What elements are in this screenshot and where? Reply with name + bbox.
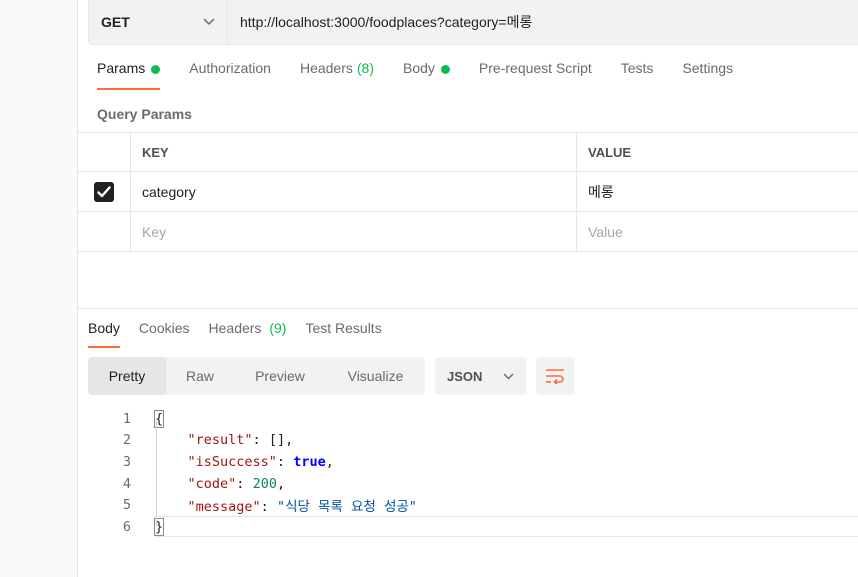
- tab-params[interactable]: Params: [97, 58, 161, 92]
- code-line: 6 }: [78, 516, 858, 538]
- pane-divider[interactable]: [78, 308, 858, 309]
- code-text: "code": 200,: [187, 475, 286, 492]
- row-check-cell: [78, 172, 131, 211]
- query-params-table: KEY VALUE category 메롱 Key Value: [78, 132, 858, 252]
- empty-check-cell: [78, 212, 131, 251]
- param-key-text: category: [142, 183, 196, 200]
- column-header-value: VALUE: [588, 144, 632, 160]
- wrap-lines-icon: [546, 369, 564, 384]
- query-params-title: Query Params: [97, 106, 192, 122]
- method-select[interactable]: GET: [88, 0, 227, 45]
- tab-cookies-label: Cookies: [138, 320, 190, 336]
- code-line: 2 "result": [],: [78, 430, 858, 452]
- tab-params-label: Params: [97, 60, 146, 76]
- indent-guide: [156, 418, 157, 526]
- line-number: 6: [122, 518, 131, 535]
- tab-body[interactable]: Body: [403, 58, 450, 92]
- tab-tests[interactable]: Tests: [621, 58, 654, 92]
- param-checkbox[interactable]: [94, 181, 114, 202]
- chevron-down-icon: [503, 373, 514, 379]
- code-line: 4 "code": 200,: [78, 473, 858, 495]
- method-label: GET: [101, 14, 130, 30]
- request-tabs: Params Authorization Headers (8) Body Pr…: [97, 58, 762, 92]
- tab-response-body-label: Body: [88, 320, 120, 336]
- response-body-editor[interactable]: 1 { 2 "result": [], 3 "isSuccess": true,…: [78, 408, 858, 538]
- new-value-input[interactable]: Value: [577, 212, 858, 251]
- tab-response-body[interactable]: Body: [88, 320, 120, 348]
- view-visualize-button[interactable]: Visualize: [326, 357, 425, 395]
- view-preview-button[interactable]: Preview: [234, 357, 326, 395]
- table-row: category 메롱: [78, 172, 858, 212]
- column-header-key: KEY: [131, 133, 577, 171]
- url-text: http://localhost:3000/foodplaces?categor…: [240, 14, 533, 30]
- value-placeholder: Value: [588, 223, 623, 240]
- json-value: 200: [252, 475, 277, 492]
- body-status-dot: [440, 65, 450, 74]
- view-mode-group: Pretty Raw Preview Visualize: [88, 357, 425, 395]
- table-row-empty: Key Value: [78, 212, 858, 252]
- json-value: true: [293, 453, 326, 470]
- format-select[interactable]: JSON: [435, 357, 526, 395]
- code-text: "result": [],: [187, 432, 294, 449]
- tab-headers[interactable]: Headers (8): [300, 58, 374, 92]
- code-line: 5 "message": "식당 목록 요청 성공": [78, 494, 858, 516]
- headers-count: (8): [356, 60, 374, 76]
- params-status-dot: [151, 65, 161, 74]
- line-number: 1: [122, 410, 131, 427]
- tab-settings-label: Settings: [682, 60, 734, 76]
- chevron-down-icon: [203, 18, 215, 26]
- tab-response-headers[interactable]: Headers (9): [209, 320, 287, 348]
- json-key: "code": [187, 475, 237, 492]
- tab-headers-label: Headers: [299, 60, 353, 76]
- line-number: 4: [122, 475, 131, 492]
- json-value: "식당 목록 요청 성공": [276, 499, 417, 516]
- view-pretty-button[interactable]: Pretty: [88, 357, 166, 395]
- code-line: 3 "isSuccess": true,: [78, 451, 858, 473]
- code-text: "isSuccess": true,: [187, 453, 334, 470]
- wrap-lines-button[interactable]: [536, 357, 574, 395]
- request-bar: GET http://localhost:3000/foodplaces?cat…: [88, 0, 858, 45]
- view-raw-button[interactable]: Raw: [166, 357, 234, 395]
- response-headers-count: (9): [269, 320, 287, 336]
- tab-body-label: Body: [403, 60, 435, 76]
- tab-authorization-label: Authorization: [189, 60, 271, 76]
- checkmark-icon: [97, 185, 111, 197]
- tab-authorization[interactable]: Authorization: [189, 58, 271, 92]
- tab-pre-request-script[interactable]: Pre-request Script: [479, 58, 592, 92]
- left-gutter: [0, 0, 78, 577]
- tab-response-headers-label: Headers: [208, 320, 262, 336]
- response-tabs: Body Cookies Headers (9) Test Results: [88, 320, 401, 348]
- url-input[interactable]: http://localhost:3000/foodplaces?categor…: [227, 0, 858, 45]
- json-key: "message": [187, 499, 261, 516]
- tab-pre-request-script-label: Pre-request Script: [478, 60, 592, 76]
- tab-test-results-label: Test Results: [305, 320, 382, 336]
- code-text: "message": "식당 목록 요청 성공": [187, 499, 417, 516]
- line-number: 2: [122, 432, 131, 449]
- new-key-input[interactable]: Key: [131, 212, 577, 251]
- format-label: JSON: [447, 368, 483, 384]
- param-value-text: 메롱: [588, 183, 614, 200]
- tab-tests-label: Tests: [620, 60, 654, 76]
- line-number: 5: [122, 497, 131, 514]
- key-placeholder: Key: [142, 223, 167, 240]
- table-header-row: KEY VALUE: [78, 132, 858, 172]
- tab-test-results[interactable]: Test Results: [305, 320, 381, 348]
- tab-cookies[interactable]: Cookies: [139, 320, 190, 348]
- json-key: "isSuccess": [187, 453, 277, 470]
- json-key: "result": [187, 432, 253, 449]
- tab-settings[interactable]: Settings: [682, 58, 733, 92]
- header-check-cell: [78, 133, 131, 171]
- json-value: []: [268, 432, 286, 449]
- code-line: 1 {: [78, 408, 858, 430]
- param-key-input[interactable]: category: [131, 172, 577, 211]
- param-value-input[interactable]: 메롱: [577, 172, 858, 211]
- line-number: 3: [122, 453, 131, 470]
